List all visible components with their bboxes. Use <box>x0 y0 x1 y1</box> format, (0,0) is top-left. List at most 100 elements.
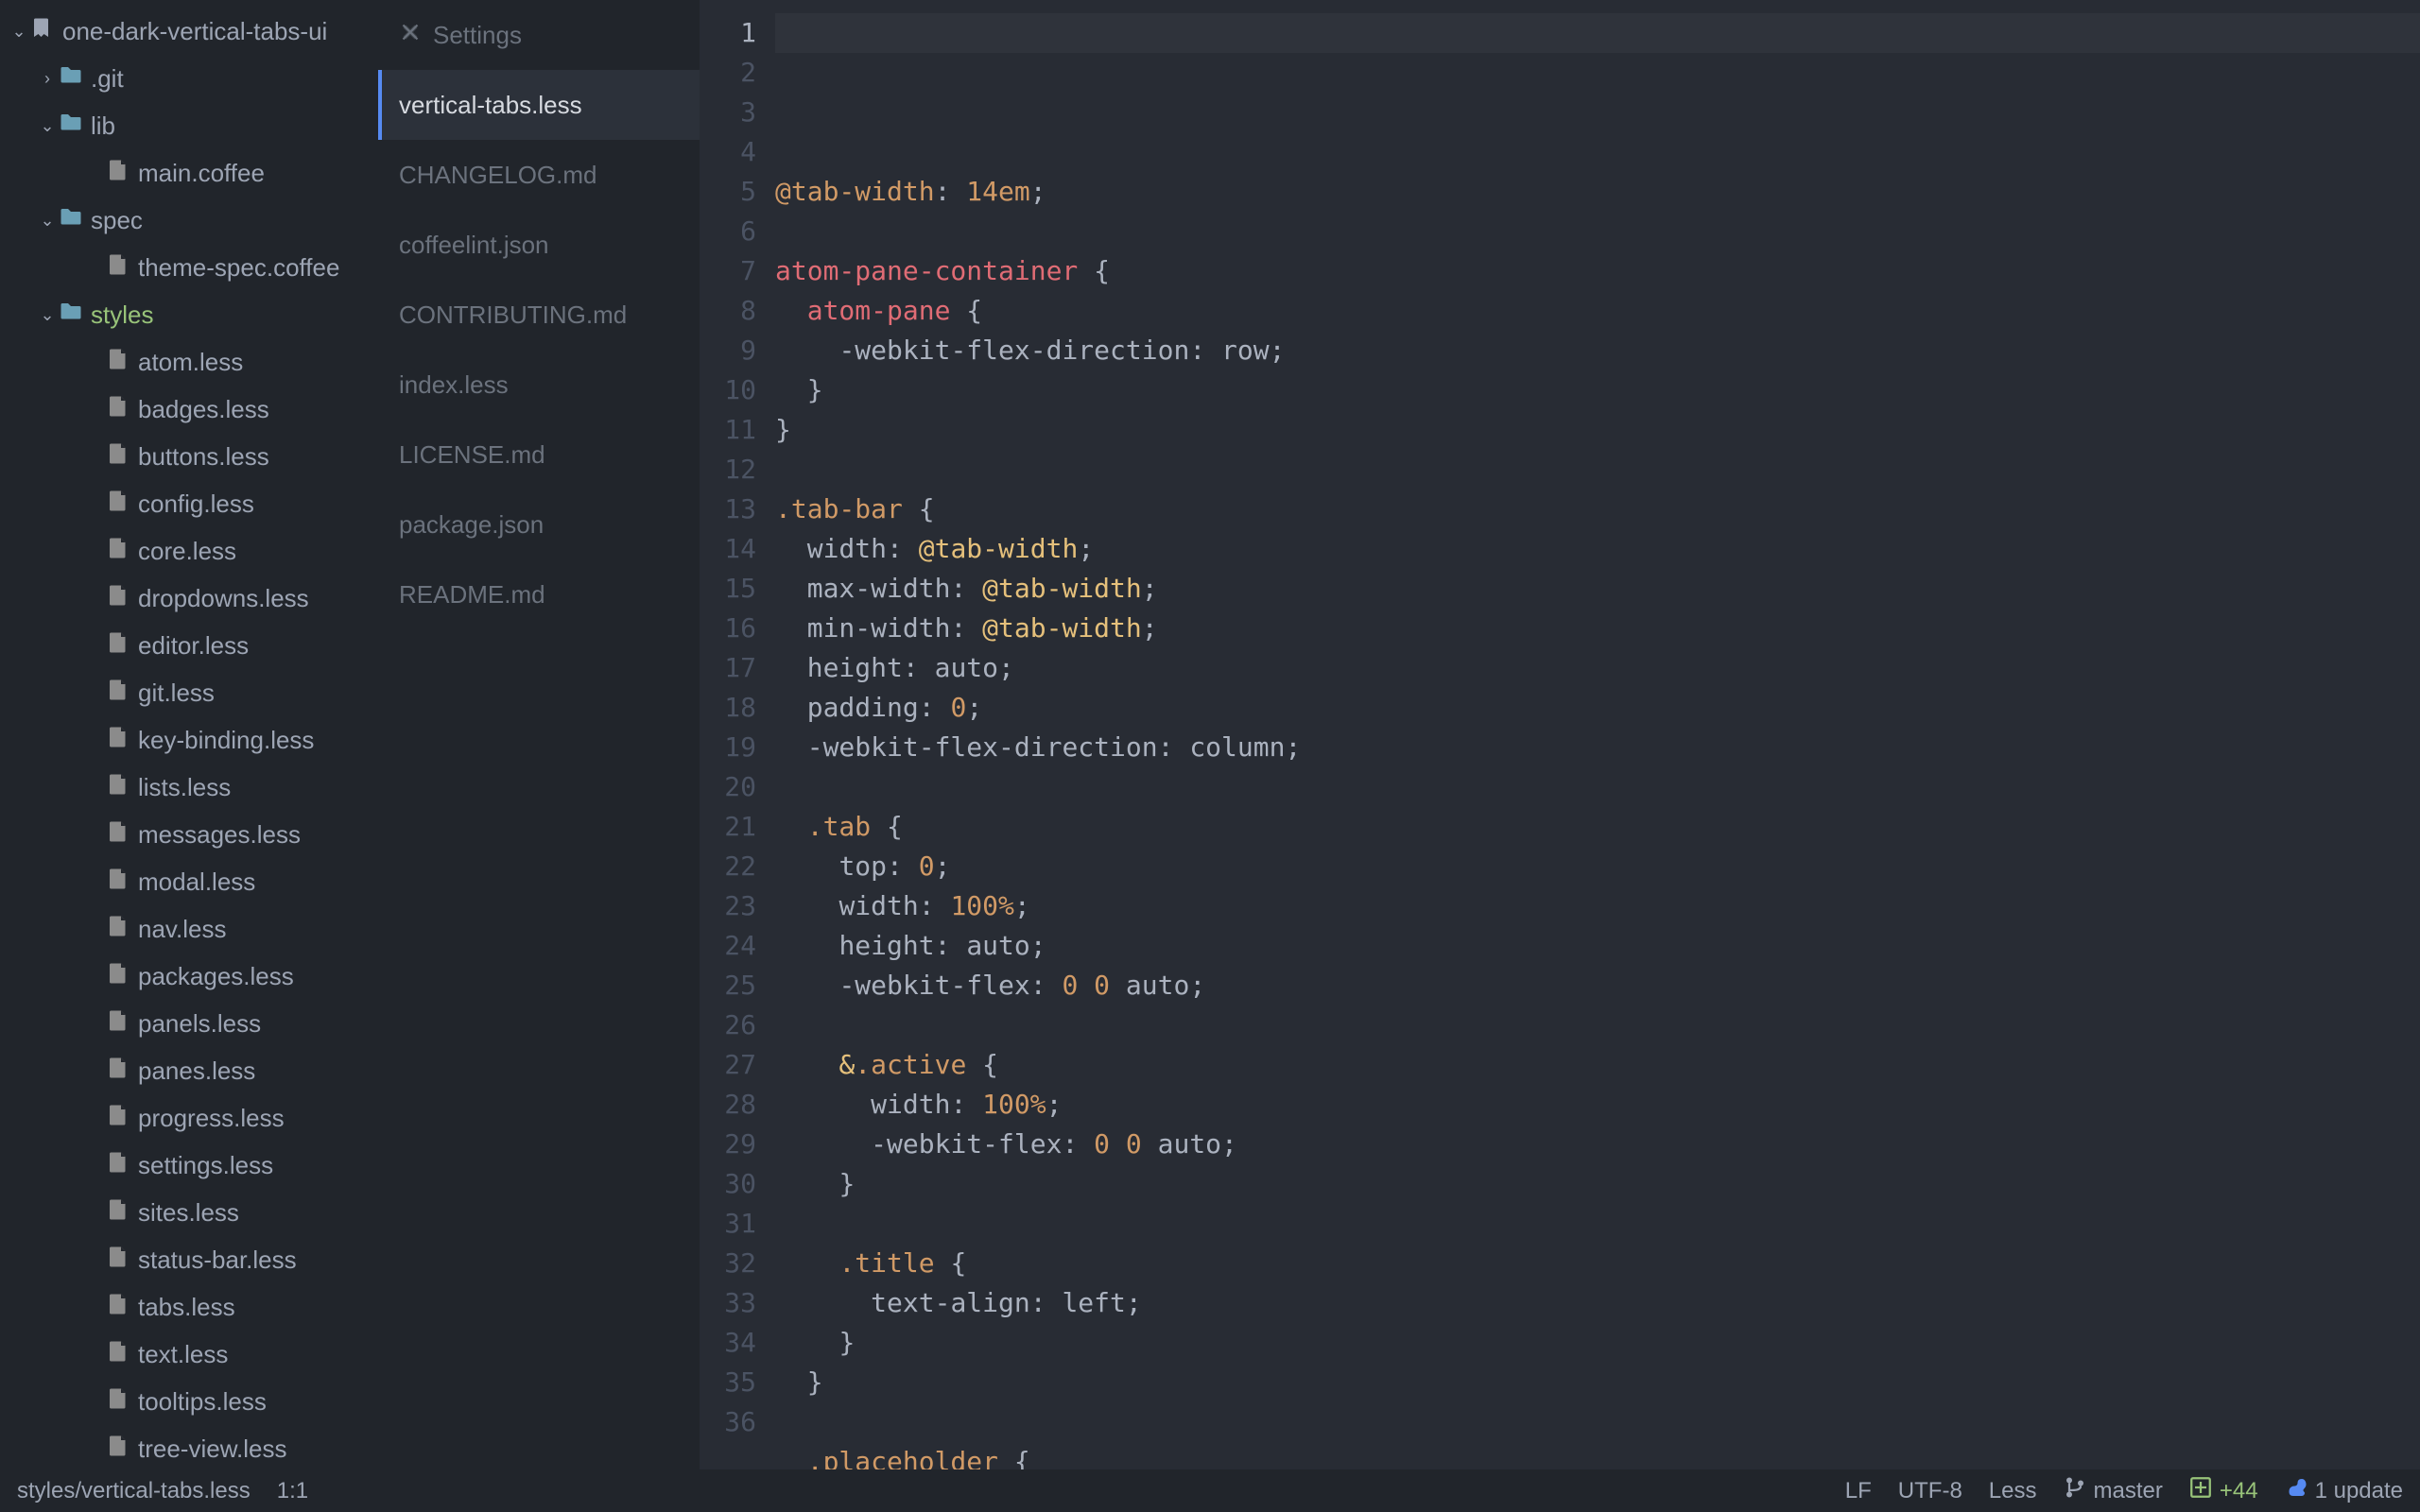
code-line[interactable]: width: @tab-width; <box>775 529 2420 569</box>
code-line[interactable]: atom-pane-container { <box>775 251 2420 291</box>
code-line[interactable]: &.active { <box>775 1045 2420 1085</box>
code-line[interactable] <box>775 767 2420 807</box>
tree-file[interactable]: core.less <box>0 527 378 575</box>
tree-file[interactable]: settings.less <box>0 1142 378 1189</box>
line-number[interactable]: 20 <box>700 767 756 807</box>
code-line[interactable]: height: auto; <box>775 648 2420 688</box>
line-number[interactable]: 24 <box>700 926 756 966</box>
line-number[interactable]: 32 <box>700 1244 756 1283</box>
code-line[interactable] <box>775 1005 2420 1045</box>
line-number[interactable]: 15 <box>700 569 756 609</box>
tree-folder[interactable]: ⌄spec <box>0 197 378 244</box>
code-line[interactable]: @tab-width: 14em; <box>775 172 2420 212</box>
tree-file[interactable]: main.coffee <box>0 149 378 197</box>
tree-file[interactable]: buttons.less <box>0 433 378 480</box>
code-line[interactable]: -webkit-flex: 0 0 auto; <box>775 966 2420 1005</box>
line-number[interactable]: 23 <box>700 886 756 926</box>
line-number[interactable]: 4 <box>700 132 756 172</box>
code-line[interactable]: .placeholder { <box>775 1442 2420 1469</box>
project-root[interactable]: ⌄ one-dark-vertical-tabs-ui <box>0 8 378 55</box>
tab[interactable]: CONTRIBUTING.md <box>378 280 700 350</box>
tree-file[interactable]: theme-spec.coffee <box>0 244 378 291</box>
code-line[interactable]: width: 100%; <box>775 1085 2420 1125</box>
status-cursor[interactable]: 1:1 <box>277 1478 308 1504</box>
line-number[interactable]: 31 <box>700 1204 756 1244</box>
tree-file[interactable]: panes.less <box>0 1047 378 1094</box>
tab[interactable]: package.json <box>378 490 700 559</box>
code-line[interactable]: .title { <box>775 1244 2420 1283</box>
tree-file[interactable]: dropdowns.less <box>0 575 378 622</box>
code-line[interactable]: } <box>775 410 2420 450</box>
tree-file[interactable]: packages.less <box>0 953 378 1000</box>
tree-file[interactable]: tree-view.less <box>0 1425 378 1469</box>
line-number[interactable]: 33 <box>700 1283 756 1323</box>
line-number[interactable]: 5 <box>700 172 756 212</box>
line-number[interactable]: 18 <box>700 688 756 728</box>
tree-file[interactable]: tabs.less <box>0 1283 378 1331</box>
line-number[interactable]: 26 <box>700 1005 756 1045</box>
line-number[interactable]: 35 <box>700 1363 756 1402</box>
code-line[interactable]: } <box>775 1323 2420 1363</box>
line-number[interactable]: 36 <box>700 1402 756 1442</box>
code-line[interactable]: .tab { <box>775 807 2420 847</box>
line-number[interactable]: 10 <box>700 370 756 410</box>
code-line[interactable] <box>775 450 2420 490</box>
status-file-path[interactable]: styles/vertical-tabs.less <box>17 1478 251 1504</box>
line-number[interactable]: 21 <box>700 807 756 847</box>
text-editor[interactable]: 1234567891011121314151617181920212223242… <box>700 0 2420 1469</box>
tree-file[interactable]: tooltips.less <box>0 1378 378 1425</box>
tree-file[interactable]: config.less <box>0 480 378 527</box>
line-number[interactable]: 7 <box>700 251 756 291</box>
tree-file[interactable]: text.less <box>0 1331 378 1378</box>
tree-file[interactable]: lists.less <box>0 764 378 811</box>
status-line-ending[interactable]: LF <box>1845 1478 1872 1504</box>
line-number[interactable]: 30 <box>700 1164 756 1204</box>
code-area[interactable]: @tab-width: 14em; atom-pane-container { … <box>775 0 2420 1469</box>
line-number[interactable]: 2 <box>700 53 756 93</box>
line-number[interactable]: 28 <box>700 1085 756 1125</box>
code-line[interactable]: width: 100%; <box>775 886 2420 926</box>
line-number[interactable]: 6 <box>700 212 756 251</box>
line-number[interactable]: 14 <box>700 529 756 569</box>
code-line[interactable]: .tab-bar { <box>775 490 2420 529</box>
tree-file[interactable]: editor.less <box>0 622 378 669</box>
tree-file[interactable]: key-binding.less <box>0 716 378 764</box>
code-line[interactable]: text-align: left; <box>775 1283 2420 1323</box>
tab[interactable]: Settings <box>378 0 700 70</box>
tree-file[interactable]: progress.less <box>0 1094 378 1142</box>
tab[interactable]: CHANGELOG.md <box>378 140 700 210</box>
line-number[interactable]: 1 <box>700 13 756 53</box>
status-grammar[interactable]: Less <box>1989 1478 2037 1504</box>
line-number[interactable]: 29 <box>700 1125 756 1164</box>
code-line[interactable]: -webkit-flex: 0 0 auto; <box>775 1125 2420 1164</box>
tree-file[interactable]: status-bar.less <box>0 1236 378 1283</box>
tab[interactable]: coffeelint.json <box>378 210 700 280</box>
line-number[interactable]: 11 <box>700 410 756 450</box>
code-line[interactable]: min-width: @tab-width; <box>775 609 2420 648</box>
line-number[interactable]: 3 <box>700 93 756 132</box>
code-line[interactable] <box>775 1402 2420 1442</box>
tree-file[interactable]: git.less <box>0 669 378 716</box>
code-line[interactable] <box>775 212 2420 251</box>
line-number[interactable]: 17 <box>700 648 756 688</box>
line-number[interactable]: 8 <box>700 291 756 331</box>
status-git-branch[interactable]: master <box>2064 1476 2163 1505</box>
code-line[interactable]: max-width: @tab-width; <box>775 569 2420 609</box>
tab[interactable]: vertical-tabs.less <box>378 70 700 140</box>
code-line[interactable]: } <box>775 1164 2420 1204</box>
status-git-diff[interactable]: +44 <box>2189 1476 2258 1505</box>
code-line[interactable]: top: 0; <box>775 847 2420 886</box>
code-line[interactable]: padding: 0; <box>775 688 2420 728</box>
tree-file[interactable]: badges.less <box>0 386 378 433</box>
tab[interactable]: index.less <box>378 350 700 420</box>
tree-file[interactable]: messages.less <box>0 811 378 858</box>
line-number[interactable]: 22 <box>700 847 756 886</box>
status-updates[interactable]: 1 update <box>2285 1476 2403 1505</box>
line-number[interactable]: 34 <box>700 1323 756 1363</box>
line-number[interactable]: 16 <box>700 609 756 648</box>
gutter[interactable]: 1234567891011121314151617181920212223242… <box>700 0 775 1469</box>
tree-file[interactable]: nav.less <box>0 905 378 953</box>
tree-file[interactable]: sites.less <box>0 1189 378 1236</box>
line-number[interactable]: 13 <box>700 490 756 529</box>
tree-folder[interactable]: ⌄lib <box>0 102 378 149</box>
